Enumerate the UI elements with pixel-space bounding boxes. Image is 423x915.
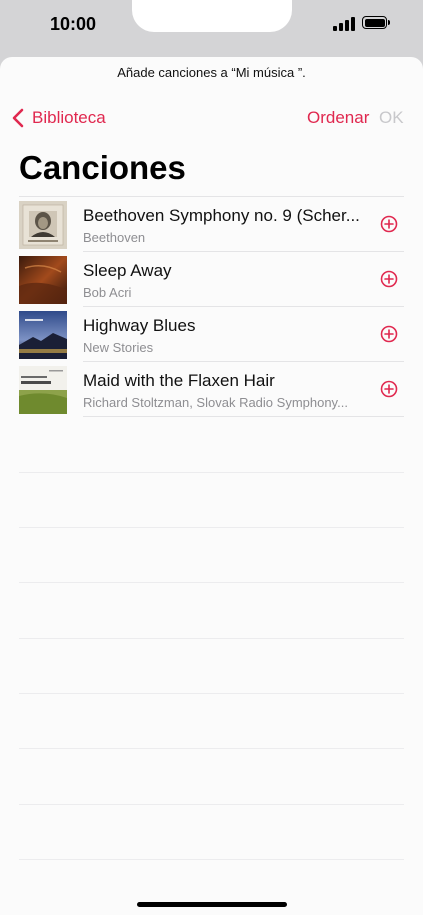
- back-label: Biblioteca: [32, 108, 106, 127]
- back-button[interactable]: Biblioteca: [12, 105, 106, 131]
- empty-row-divider: [19, 748, 404, 749]
- chevron-left-icon: [12, 108, 24, 128]
- song-title: Beethoven Symphony no. 9 (Scher...: [83, 206, 360, 225]
- song-row[interactable]: Highway Blues New Stories: [0, 307, 423, 362]
- notch: [132, 0, 292, 32]
- status-time: 10:00: [50, 14, 97, 34]
- home-indicator[interactable]: [137, 902, 287, 907]
- plus-circle-icon[interactable]: [380, 325, 398, 343]
- empty-row-divider: [19, 693, 404, 694]
- plus-circle-icon[interactable]: [380, 215, 398, 233]
- sleep-away-album-art: [19, 256, 67, 304]
- row-divider: [83, 416, 404, 417]
- highway-blues-album-art: [19, 311, 67, 359]
- empty-row-divider: [19, 804, 404, 805]
- empty-row-divider: [19, 859, 404, 860]
- empty-row-divider: [19, 472, 404, 473]
- nav-bar: Biblioteca Ordenar OK: [0, 105, 423, 135]
- song-artist: New Stories: [83, 340, 154, 355]
- song-title: Sleep Away: [83, 261, 172, 280]
- stoltzman-album-art: [19, 366, 67, 414]
- sort-button[interactable]: Ordenar: [307, 108, 369, 128]
- song-row[interactable]: Beethoven Symphony no. 9 (Scher... Beeth…: [0, 197, 423, 252]
- song-row[interactable]: Sleep Away Bob Acri: [0, 252, 423, 307]
- sheet-prompt: Añade canciones a “Mi música ”.: [117, 65, 306, 80]
- song-artist: Richard Stoltzman, Slovak Radio Symphony…: [83, 395, 348, 410]
- song-artist: Beethoven: [83, 230, 146, 245]
- beethoven-album-art: [19, 201, 67, 249]
- empty-row-divider: [19, 527, 404, 528]
- plus-circle-icon[interactable]: [380, 380, 398, 398]
- empty-row-divider: [19, 582, 404, 583]
- song-title: Highway Blues: [83, 316, 196, 335]
- empty-row-divider: [19, 638, 404, 639]
- ok-button[interactable]: OK: [379, 108, 404, 128]
- battery-icon: [362, 16, 390, 29]
- status-bar: 10:00: [0, 0, 423, 60]
- song-row[interactable]: Maid with the Flaxen Hair Richard Stoltz…: [0, 362, 423, 417]
- signal-icon: [333, 17, 355, 31]
- song-artist: Bob Acri: [83, 285, 132, 300]
- page-title: Canciones: [19, 149, 186, 186]
- plus-circle-icon[interactable]: [380, 270, 398, 288]
- add-songs-sheet: Añade canciones a “Mi música ”. Bibliote…: [0, 57, 423, 915]
- song-title: Maid with the Flaxen Hair: [83, 371, 275, 390]
